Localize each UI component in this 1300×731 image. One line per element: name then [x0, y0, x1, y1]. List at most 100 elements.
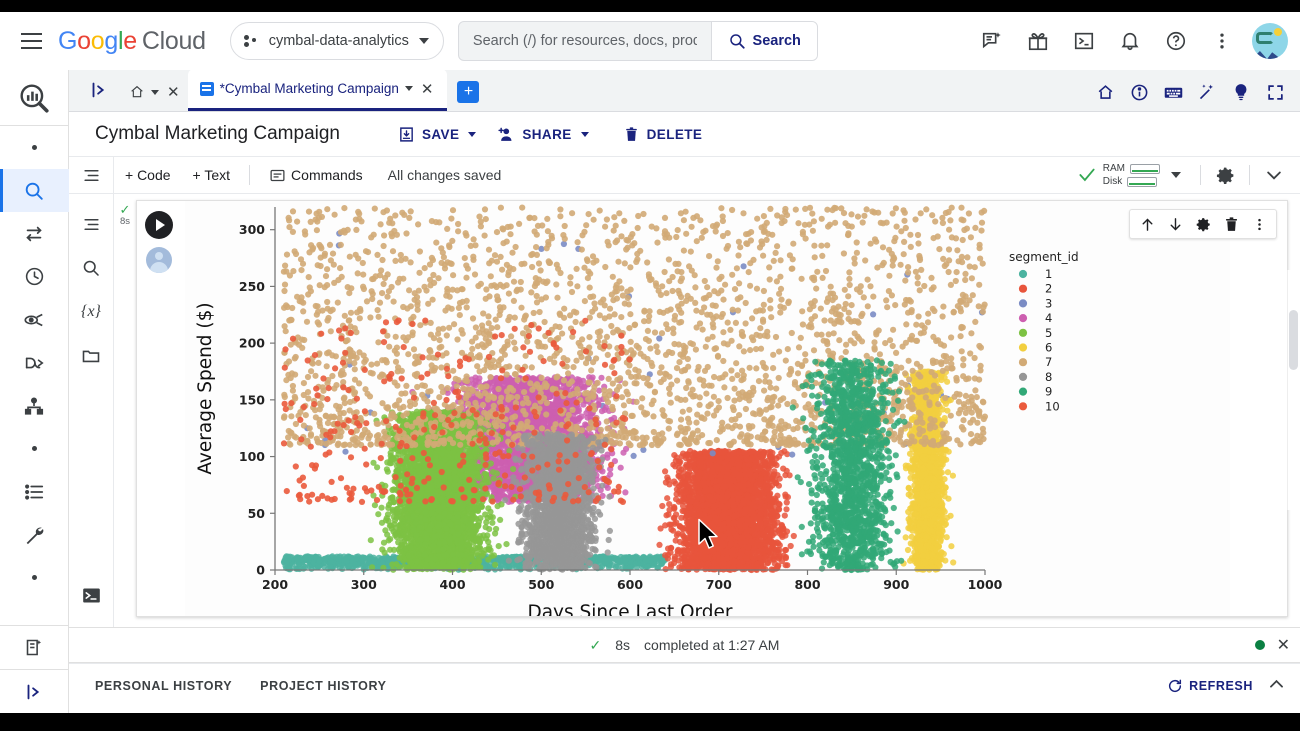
resource-usage[interactable]: RAM Disk	[1103, 163, 1160, 187]
output-scrollbar-thumb[interactable]	[1289, 310, 1298, 370]
legend-swatch-4	[1019, 314, 1027, 322]
info-icon[interactable]	[1124, 77, 1154, 107]
logo-letter-g2: g	[104, 27, 118, 55]
tab-personal-history[interactable]: PERSONAL HISTORY	[95, 679, 260, 693]
tab-cymbal-marketing-campaign[interactable]: *Cymbal Marketing Campaign ✕	[188, 69, 448, 111]
add-text-cell-button[interactable]: + Text	[182, 157, 242, 193]
account-avatar[interactable]	[1252, 23, 1288, 59]
sidebar-item-admin-tools[interactable]	[0, 513, 69, 556]
notifications-bell-icon[interactable]	[1110, 21, 1150, 61]
cloud-shell-terminal-icon[interactable]	[1064, 21, 1104, 61]
move-cell-down-icon[interactable]	[1162, 212, 1188, 236]
notebook-title-row: Cymbal Marketing Campaign SAVE SHARE	[69, 112, 1300, 156]
run-cell-icon[interactable]	[145, 211, 173, 239]
fullscreen-icon[interactable]	[1260, 77, 1290, 107]
sidebar-item-transfers[interactable]	[0, 212, 69, 255]
google-cloud-logo[interactable]: GoogleCloud	[58, 27, 206, 56]
commands-button[interactable]: Commands	[258, 157, 374, 193]
tab-home-close-icon[interactable]: ✕	[165, 83, 182, 101]
project-name: cymbal-data-analytics	[269, 33, 409, 49]
sidebar-item-job-list[interactable]	[0, 470, 69, 513]
tab-home[interactable]: ✕	[123, 73, 188, 111]
header-icon-group	[972, 21, 1300, 61]
refresh-button[interactable]: REFRESH	[1167, 678, 1253, 694]
share-caret-icon[interactable]	[581, 132, 589, 137]
sidebar-item-dot-2[interactable]	[0, 427, 69, 470]
notebook-variables-icon[interactable]: {x}	[72, 290, 110, 334]
sidebar-item-release-notes[interactable]	[0, 626, 69, 669]
project-selector[interactable]: cymbal-data-analytics	[230, 22, 444, 60]
move-cell-up-icon[interactable]	[1134, 212, 1160, 236]
disk-label: Disk	[1103, 176, 1122, 187]
notebook-files-icon[interactable]	[72, 334, 110, 378]
delete-button[interactable]: DELETE	[613, 117, 713, 151]
toc-icon[interactable]	[69, 157, 114, 193]
sidebar-item-search[interactable]	[0, 169, 69, 212]
notebook-terminal-icon[interactable]	[72, 573, 110, 617]
notebook-search-icon[interactable]	[72, 246, 110, 290]
chevron-down-icon[interactable]	[1258, 159, 1290, 191]
legend-swatch-9	[1019, 388, 1027, 396]
lightbulb-icon[interactable]	[1226, 77, 1256, 107]
sidebar-item-scheduled-queries[interactable]	[0, 255, 69, 298]
save-button[interactable]: SAVE	[388, 117, 486, 151]
run-status-right: ✕	[1255, 635, 1290, 655]
sidebar-item-dot-3[interactable]	[0, 556, 69, 599]
output-scrollbar-track[interactable]	[1287, 270, 1300, 510]
global-search[interactable]: Search	[458, 21, 818, 61]
magic-wand-icon[interactable]	[1192, 77, 1222, 107]
resource-dropdown-icon[interactable]	[1160, 159, 1192, 191]
legend-swatch-1	[1019, 270, 1027, 278]
avatar-sun	[1274, 28, 1282, 36]
tab-home-caret-icon[interactable]	[151, 90, 159, 95]
legend-label-1: 1	[1045, 267, 1052, 281]
search-button[interactable]: Search	[711, 22, 817, 60]
sidebar-item-analytics-hub[interactable]	[0, 298, 69, 341]
cell-more-icon[interactable]	[1246, 212, 1272, 236]
legend-label-5: 5	[1045, 326, 1052, 340]
new-tab-button[interactable]: +	[457, 81, 479, 103]
scatter-plot-output: 2003004005006007008009001000050100150200…	[185, 201, 1287, 616]
ram-label: RAM	[1103, 163, 1125, 174]
sidebar-item-lineage[interactable]	[0, 384, 69, 427]
left-navigation-rail	[0, 70, 69, 713]
feedback-sparkle-icon[interactable]	[972, 21, 1012, 61]
share-label: SHARE	[522, 127, 571, 142]
history-right-group: REFRESH	[1167, 674, 1300, 698]
chevron-up-icon[interactable]	[1267, 674, 1286, 698]
save-status-text: All changes saved	[374, 167, 502, 183]
notebook-toc-icon[interactable]	[72, 202, 110, 246]
toolbar-right-group: RAM Disk	[1071, 159, 1300, 191]
tab-close-icon[interactable]: ✕	[419, 80, 436, 98]
project-dots-icon	[243, 33, 259, 49]
share-button[interactable]: SHARE	[486, 117, 598, 151]
bigquery-logo[interactable]	[0, 70, 68, 126]
cell-status-gutter: ✓ 8s	[114, 194, 136, 627]
delete-cell-icon[interactable]	[1218, 212, 1244, 236]
notebook-output-cell: 2003004005006007008009001000050100150200…	[136, 200, 1288, 617]
sidebar-item-expand-panel[interactable]	[0, 670, 69, 713]
home-icon[interactable]	[1090, 77, 1120, 107]
sidebar-item-data-pipelines[interactable]	[0, 341, 69, 384]
tab-caret-icon[interactable]	[405, 86, 413, 91]
save-label: SAVE	[422, 127, 459, 142]
add-code-cell-button[interactable]: + Code	[114, 157, 182, 193]
gear-icon[interactable]	[1209, 159, 1241, 191]
help-circle-icon[interactable]	[1156, 21, 1196, 61]
expand-left-panel-icon[interactable]	[75, 69, 123, 111]
logo-letter-e: e	[123, 27, 137, 55]
tab-project-history[interactable]: PROJECT HISTORY	[260, 679, 414, 693]
hamburger-icon[interactable]	[14, 24, 48, 58]
close-status-icon[interactable]: ✕	[1277, 635, 1290, 655]
more-vertical-icon[interactable]	[1202, 21, 1242, 61]
y-axis-label: Average Spend ($)	[195, 302, 216, 474]
search-input[interactable]	[459, 22, 711, 60]
cell-settings-icon[interactable]	[1190, 212, 1216, 236]
main-content: ✕ *Cymbal Marketing Campaign ✕ +	[69, 70, 1300, 713]
gift-icon[interactable]	[1018, 21, 1058, 61]
save-caret-icon[interactable]	[468, 132, 476, 137]
keyboard-icon[interactable]	[1158, 77, 1188, 107]
logo-letter-o2: o	[91, 27, 105, 55]
sidebar-item-dot-1[interactable]	[0, 126, 69, 169]
logo-letter-g1: G	[58, 27, 77, 55]
